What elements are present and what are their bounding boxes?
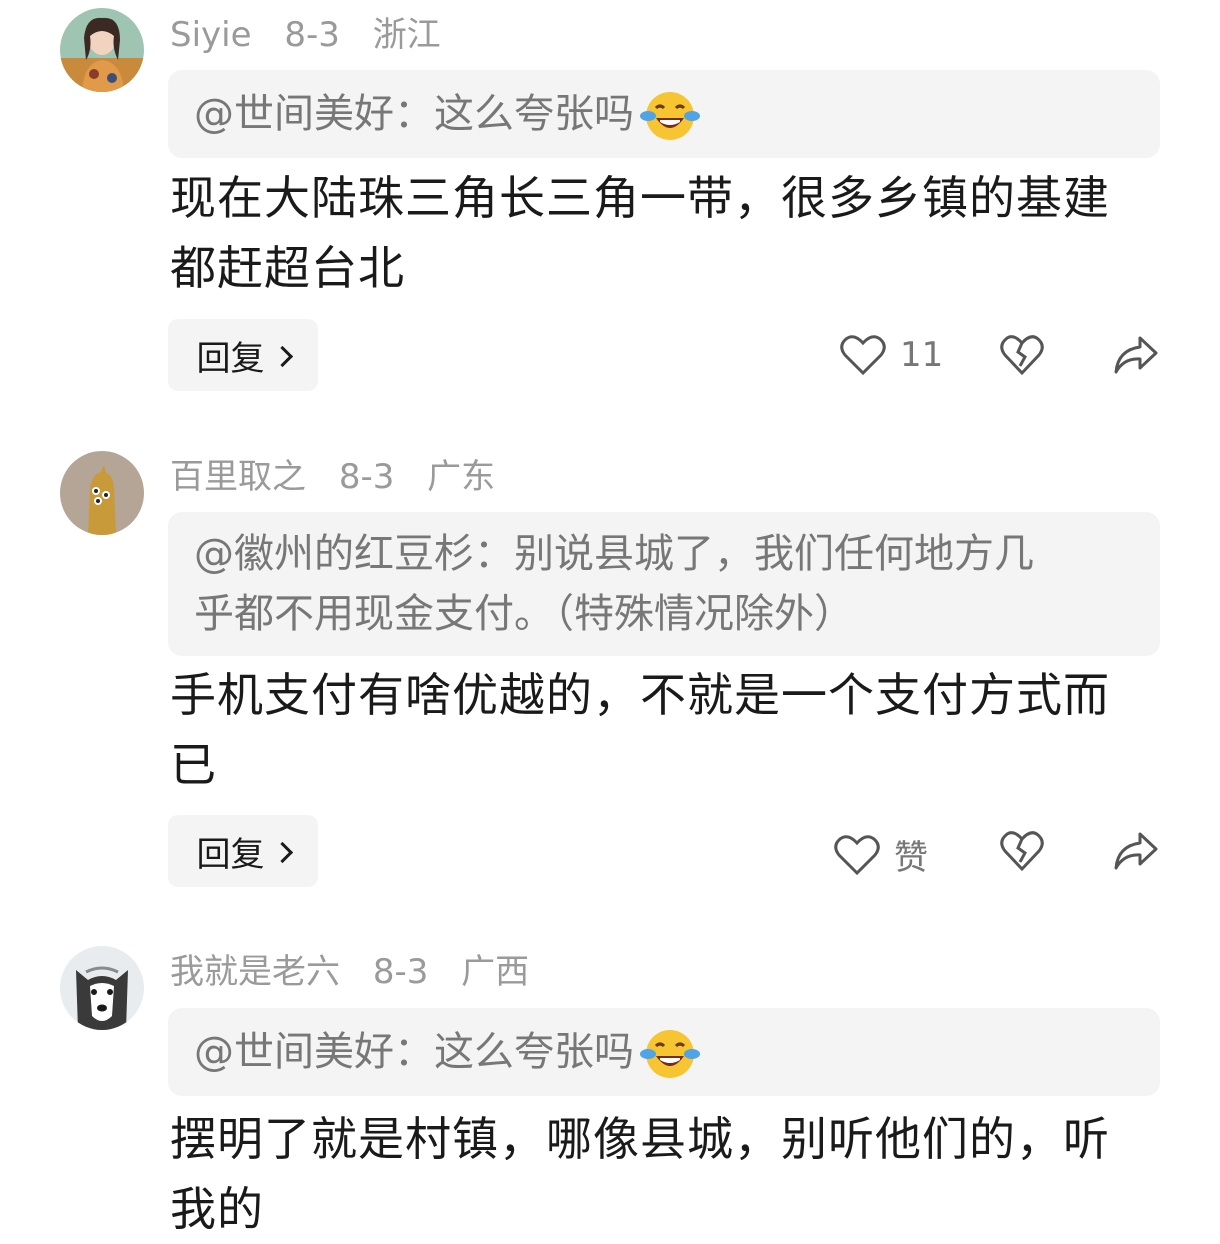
share-arrow-icon	[1114, 336, 1158, 374]
comment-meta: 百里取之 8-3 广东	[170, 457, 517, 497]
comment-location: 广西	[461, 952, 530, 992]
reply-button[interactable]: 回复	[168, 815, 318, 887]
comment-location: 浙江	[372, 15, 441, 55]
quoted-reply[interactable]: @世间美好：这么夸张吗	[168, 70, 1160, 158]
quoted-text: @世间美好：这么夸张吗	[194, 1029, 634, 1075]
comment-body: 手机支付有啥优越的，不就是一个支付方式而 已	[170, 660, 1140, 800]
reply-label: 回复	[196, 834, 265, 875]
dislike-button[interactable]	[1000, 334, 1044, 376]
username[interactable]: Siyie	[170, 15, 252, 55]
heart-icon	[840, 335, 886, 376]
comment-body-line: 已	[170, 738, 217, 792]
chevron-right-icon	[271, 345, 293, 367]
dislike-button[interactable]	[1000, 830, 1044, 872]
username[interactable]: 我就是老六	[170, 952, 340, 992]
quoted-reply[interactable]: @世间美好：这么夸张吗	[168, 1008, 1160, 1096]
avatar[interactable]	[60, 8, 144, 92]
broken-heart-icon	[1000, 831, 1044, 872]
quoted-reply[interactable]: @徽州的红豆杉：别说县城了，我们任何地方几 乎都不用现金支付。（特殊情况除外）	[168, 512, 1160, 656]
comment-date: 8-3	[372, 952, 429, 992]
comment-body-line: 我的	[170, 1182, 264, 1236]
username[interactable]: 百里取之	[170, 457, 306, 497]
comment-date: 8-3	[338, 457, 395, 497]
like-button[interactable]: 赞	[834, 830, 928, 879]
comment-body-line: 现在大陆珠三角长三角一带，很多乡镇的基建	[170, 171, 1110, 225]
broken-heart-icon	[1000, 335, 1044, 376]
like-button[interactable]: 11	[840, 334, 943, 376]
avatar[interactable]	[60, 946, 144, 1030]
comment-date: 8-3	[284, 15, 340, 55]
avatar[interactable]	[60, 451, 144, 535]
comment-meta: 我就是老六 8-3 广西	[170, 952, 551, 992]
comment-body-line: 摆明了就是村镇，哪像县城，别听他们的，听	[170, 1112, 1110, 1166]
chevron-right-icon	[271, 841, 293, 863]
laughing-crying-emoji-icon	[640, 92, 700, 140]
quoted-text-line: @徽州的红豆杉：别说县城了，我们任何地方几	[194, 531, 1034, 577]
share-button[interactable]	[1112, 830, 1160, 872]
quoted-text-line: 乎都不用现金支付。（特殊情况除外）	[194, 591, 854, 637]
comment-body: 摆明了就是村镇，哪像县城，别听他们的，听 我的	[170, 1104, 1140, 1244]
comment-location: 广东	[427, 457, 496, 497]
comment-meta: Siyie 8-3 浙江	[170, 15, 463, 55]
reply-label: 回复	[196, 338, 265, 379]
reply-button[interactable]: 回复	[168, 319, 318, 391]
share-button[interactable]	[1112, 334, 1160, 376]
quoted-text: @世间美好：这么夸张吗	[194, 91, 634, 137]
heart-icon	[834, 834, 880, 875]
comment-body-line: 都赶超台北	[170, 241, 405, 295]
comment-body-line: 手机支付有啥优越的，不就是一个支付方式而	[170, 668, 1110, 722]
like-count: 11	[900, 335, 944, 375]
share-arrow-icon	[1114, 832, 1158, 870]
like-label: 赞	[894, 838, 928, 878]
laughing-crying-emoji-icon	[640, 1030, 700, 1078]
comment-body: 现在大陆珠三角长三角一带，很多乡镇的基建 都赶超台北	[170, 163, 1140, 303]
